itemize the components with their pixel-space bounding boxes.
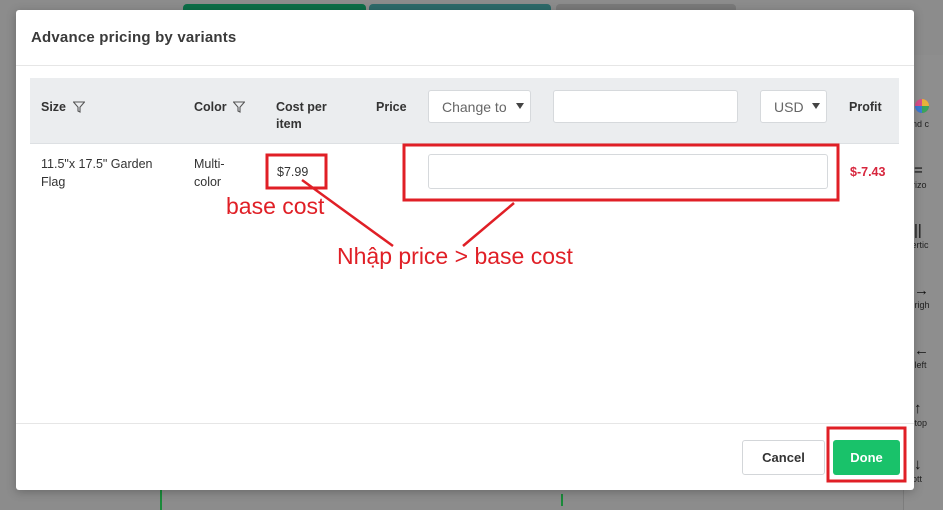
- column-header-size[interactable]: Size: [41, 99, 85, 116]
- cancel-button[interactable]: Cancel: [742, 440, 825, 475]
- column-header-price: Price: [376, 100, 407, 114]
- variant-cost: $7.99: [277, 165, 309, 179]
- table-row: 11.5"x 17.5" Garden Flag Multi- color $7…: [30, 144, 899, 224]
- modal-title: Advance pricing by variants: [31, 29, 237, 46]
- column-header-color[interactable]: Color: [194, 99, 246, 116]
- change-to-select[interactable]: Change to: [428, 90, 531, 123]
- variant-profit: $-7.43: [850, 165, 886, 179]
- caret-down-icon: [812, 103, 820, 109]
- annotation-base-cost-label: base cost: [226, 193, 325, 219]
- background-guide-line: [561, 494, 563, 506]
- variant-size: 11.5"x 17.5" Garden Flag: [41, 157, 153, 189]
- annotation-instruction: Nhập price > base cost: [337, 243, 573, 269]
- table-header: Size Color Cost per item Price Change to…: [30, 78, 899, 144]
- variants-table: Size Color Cost per item Price Change to…: [30, 78, 899, 224]
- column-header-cost-per-item: Cost per item: [276, 100, 327, 131]
- filter-icon[interactable]: [233, 101, 246, 113]
- variant-color: Multi- color: [194, 157, 225, 189]
- currency-select[interactable]: USD: [760, 90, 827, 123]
- filter-icon[interactable]: [72, 101, 85, 113]
- modal-footer: Cancel Done: [16, 423, 914, 490]
- done-button[interactable]: Done: [833, 440, 900, 475]
- background-guide-line: [160, 490, 162, 510]
- modal-header: Advance pricing by variants: [16, 10, 914, 66]
- column-header-profit: Profit: [849, 100, 882, 114]
- caret-down-icon: [516, 103, 524, 109]
- bulk-price-input[interactable]: [553, 90, 738, 123]
- variant-price-input[interactable]: [428, 154, 828, 189]
